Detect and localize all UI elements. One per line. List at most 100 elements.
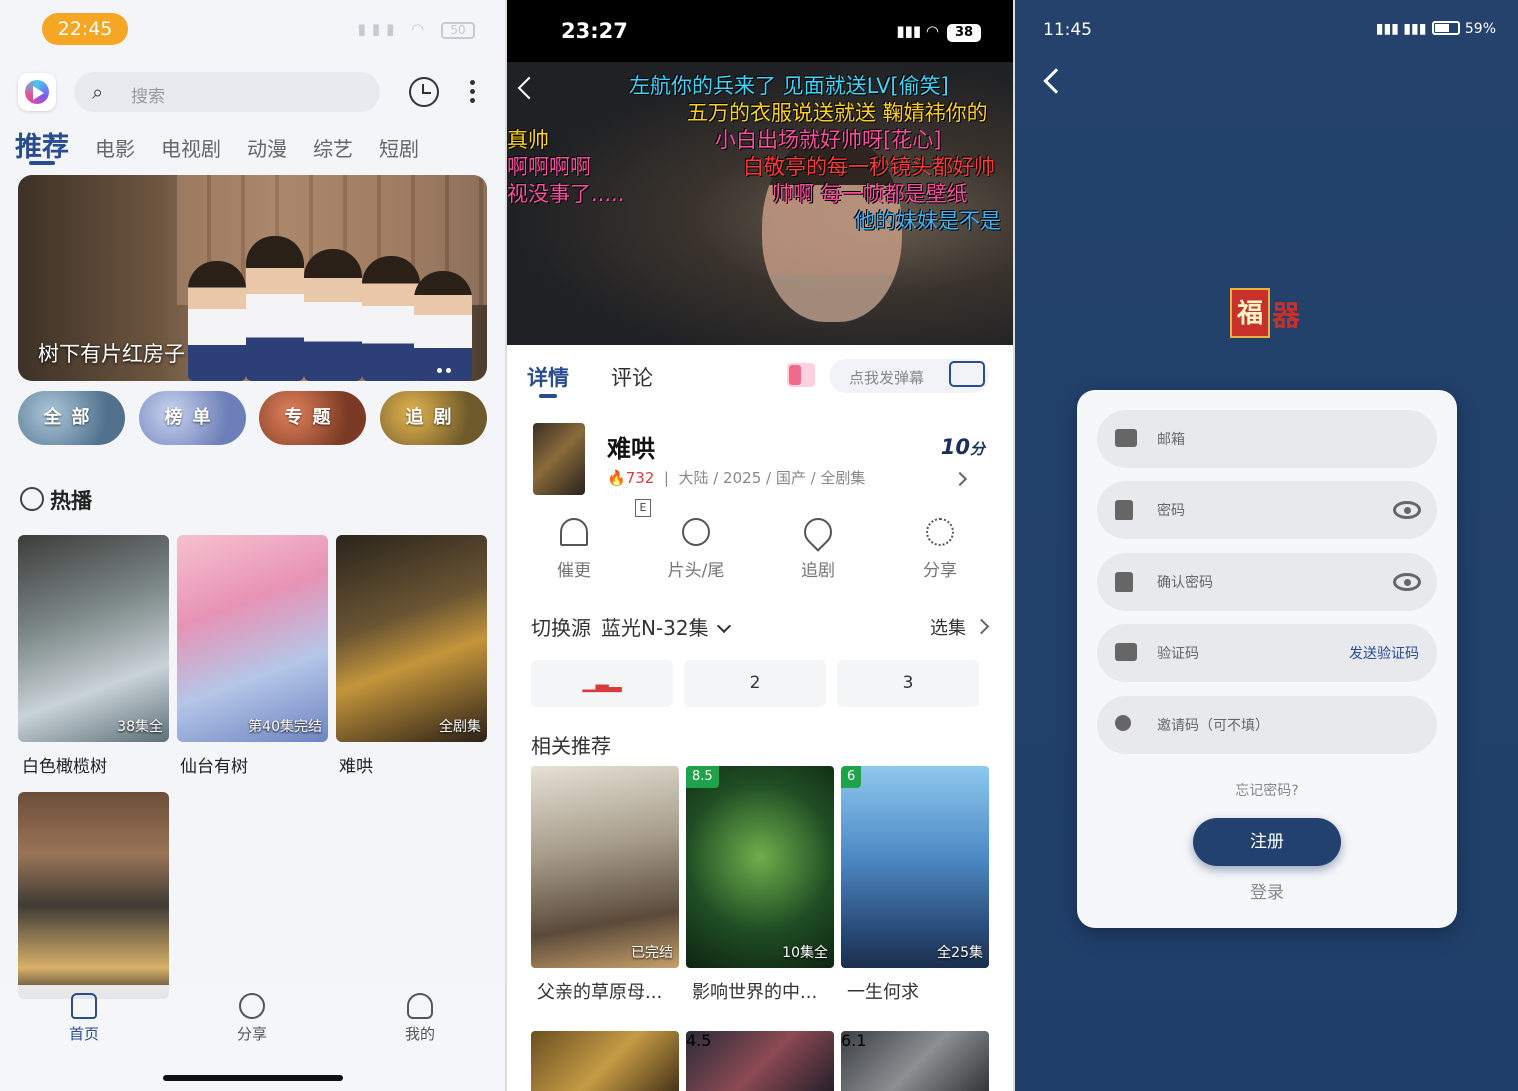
poster-badge: 全剧集 <box>439 719 481 735</box>
status-bar: 23:27 ▮▮▮ ◠ 38 <box>507 0 1013 62</box>
medal-icon <box>20 487 44 511</box>
status-time: 23:27 <box>561 19 628 43</box>
e-badge: E <box>635 499 651 517</box>
nav-home[interactable]: 首页 <box>44 993 124 1044</box>
episode-1-button[interactable]: ▁▃▂ <box>531 660 673 707</box>
related-title-3[interactable]: 一生何求 <box>847 978 919 1004</box>
episodes-link[interactable]: 选集 <box>930 614 987 640</box>
poster-badge: 全25集 <box>937 945 983 961</box>
mail-icon <box>1115 429 1137 447</box>
danmaku-comment: 真帅 <box>507 128 549 152</box>
follow-button[interactable]: 追剧 <box>773 512 863 581</box>
eye-icon[interactable] <box>1393 501 1421 519</box>
tab-variety[interactable]: 综艺 <box>313 133 353 162</box>
fire-icon: 🔥 <box>607 469 626 487</box>
related-poster-3[interactable]: 6 全25集 <box>841 766 989 968</box>
battery-level: 59% <box>1464 21 1496 37</box>
login-link[interactable]: 登录 <box>1077 878 1457 903</box>
hero-banner[interactable]: 树下有片红房子 <box>18 175 487 381</box>
back-icon[interactable] <box>517 76 541 100</box>
forgot-password-link[interactable]: 忘记密码? <box>1077 780 1457 800</box>
urge-update-button[interactable]: 催更 <box>529 518 619 581</box>
lock-icon <box>1115 572 1133 592</box>
episode-3-button[interactable]: 3 <box>837 660 979 707</box>
danmaku-settings-icon[interactable] <box>949 361 985 387</box>
show-title: 难哄 <box>607 435 655 463</box>
score-badge: 4.5 <box>686 1031 712 1050</box>
app-logo[interactable] <box>18 73 56 111</box>
related-poster-6[interactable]: 6.1 <box>841 1031 989 1091</box>
related-poster-1[interactable]: 已完结 <box>531 766 679 968</box>
score-badge: 6.1 <box>841 1031 867 1050</box>
tab-tv[interactable]: 电视剧 <box>161 133 221 162</box>
poster-title-3[interactable]: 难哄 <box>339 752 373 777</box>
poster-2[interactable]: 第40集完结 <box>177 535 328 742</box>
tab-recommend[interactable]: 推荐 <box>15 125 69 165</box>
source-switcher[interactable]: 切换源 蓝光N-32集 <box>531 612 731 641</box>
poster-4[interactable] <box>18 792 169 999</box>
quick-categories: 全部 榜单 专题 追剧 <box>18 391 488 446</box>
category-all[interactable]: 全部 <box>18 391 125 445</box>
detail-screen: 23:27 ▮▮▮ ◠ 38 左航你的兵来了 见面就送LV[偷笑] 五万的衣服说送… <box>507 0 1013 1091</box>
poster-1[interactable]: 38集全 <box>18 535 169 742</box>
tab-anime[interactable]: 动漫 <box>247 133 287 162</box>
back-icon[interactable] <box>1043 68 1069 94</box>
home-indicator[interactable] <box>163 1075 343 1081</box>
tab-comments[interactable]: 评论 <box>611 362 653 392</box>
poster-badge: 10集全 <box>782 945 828 961</box>
video-player[interactable]: 左航你的兵来了 见面就送LV[偷笑] 五万的衣服说送就送 鞠婧祎你的 小白出场就… <box>507 62 1013 345</box>
confirm-password-field[interactable]: 确认密码 <box>1097 553 1437 611</box>
nav-share[interactable]: 分享 <box>212 993 292 1044</box>
email-field[interactable]: 邮箱 <box>1097 410 1437 468</box>
nav-profile[interactable]: 我的 <box>380 993 460 1044</box>
tab-details[interactable]: 详情 <box>527 362 569 398</box>
score-badge: 6 <box>841 766 862 788</box>
home-screen: 22:45 ▮▮▮ ◠ 50 ⌕ 搜索 推荐 电影 电视剧 动漫 综艺 短剧 树… <box>0 0 505 1091</box>
poster-title-1[interactable]: 白色橄榄树 <box>22 752 107 777</box>
search-bar[interactable]: ⌕ 搜索 <box>74 72 380 112</box>
password-field[interactable]: 密码 <box>1097 481 1437 539</box>
send-code-button[interactable]: 发送验证码 <box>1349 643 1419 663</box>
category-following[interactable]: 追剧 <box>380 391 487 445</box>
verification-code-field[interactable]: 验证码 发送验证码 <box>1097 624 1437 682</box>
eye-icon[interactable] <box>1393 573 1421 591</box>
chevron-right-icon[interactable] <box>952 471 968 487</box>
episode-2-button[interactable]: 2 <box>684 660 826 707</box>
search-placeholder: 搜索 <box>131 87 165 107</box>
related-title-2[interactable]: 影响世界的中... <box>692 978 817 1004</box>
poster-title-2[interactable]: 仙台有树 <box>180 752 248 777</box>
poster-3[interactable]: 全剧集 <box>336 535 487 742</box>
status-time: 22:45 <box>42 13 128 45</box>
related-poster-4[interactable] <box>531 1031 679 1091</box>
status-bar: 22:45 ▮▮▮ ◠ 50 <box>0 0 505 60</box>
invite-icon <box>1115 715 1131 731</box>
show-meta: 🔥732 | 大陆 / 2025 / 国产 / 全剧集 <box>607 469 866 487</box>
history-icon[interactable] <box>409 77 439 107</box>
score-badge: 8.5 <box>686 766 719 788</box>
share-button[interactable]: 分享 <box>895 518 985 581</box>
verification-code-label: 验证码 <box>1157 646 1199 662</box>
equalizer-icon: ▁▃▂ <box>582 673 622 693</box>
invite-code-field[interactable]: 邀请码（可不填） <box>1097 696 1437 754</box>
compass-icon <box>239 993 265 1019</box>
more-icon[interactable] <box>470 80 476 107</box>
play-circle-icon <box>682 518 710 546</box>
status-bar: 11:45 ▮▮▮ ▮▮▮ 59% <box>1015 0 1518 60</box>
banner-caption: 树下有片红房子 <box>38 342 185 366</box>
tab-movies[interactable]: 电影 <box>95 133 135 162</box>
status-time: 11:45 <box>1043 20 1092 40</box>
related-title-1[interactable]: 父亲的草原母... <box>537 978 662 1004</box>
skip-intro-button[interactable]: 片头/尾 <box>651 518 741 581</box>
bell-icon <box>560 518 588 546</box>
danmaku-comment: 五万的衣服说送就送 鞠婧祎你的 <box>687 101 988 125</box>
danmaku-toggle[interactable] <box>787 363 815 387</box>
category-topics[interactable]: 专题 <box>259 391 366 445</box>
signal-icon: ▮▮▮ <box>357 20 401 38</box>
tab-shorts[interactable]: 短剧 <box>379 133 419 162</box>
category-rankings[interactable]: 榜单 <box>139 391 246 445</box>
app-logo: 福 器 <box>1230 280 1308 340</box>
register-button[interactable]: 注册 <box>1193 818 1341 866</box>
show-thumbnail <box>533 423 585 495</box>
related-poster-5[interactable]: 4.5 <box>686 1031 834 1091</box>
related-poster-2[interactable]: 8.5 10集全 <box>686 766 834 968</box>
